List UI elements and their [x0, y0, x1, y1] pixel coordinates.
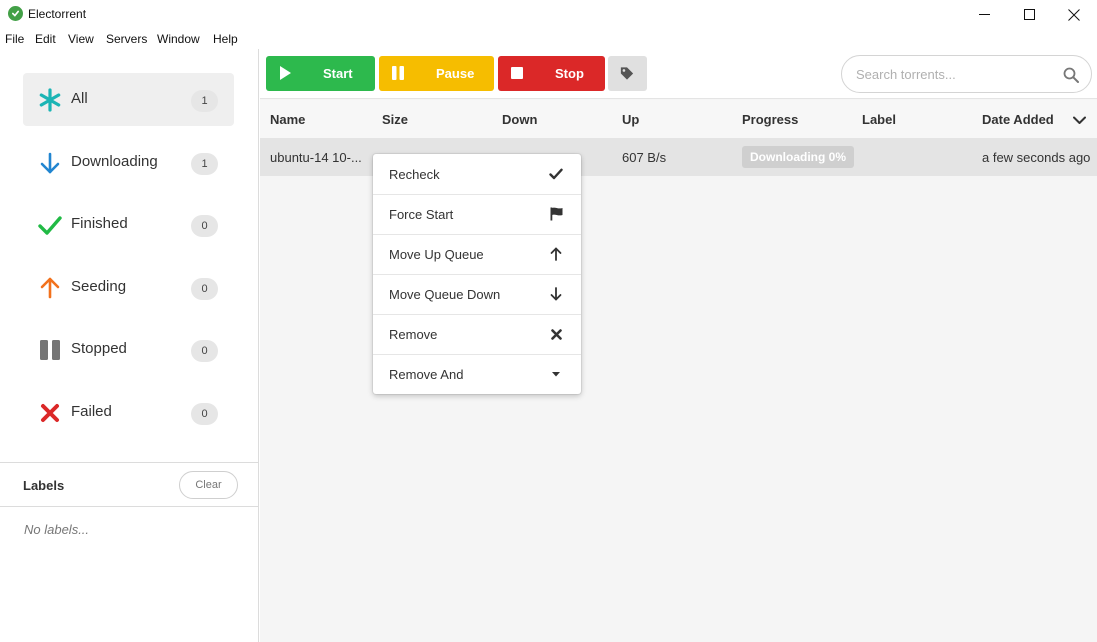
- filter-downloading[interactable]: Downloading 1: [23, 136, 234, 189]
- column-down[interactable]: Down: [502, 112, 537, 127]
- title-bar: Electorrent: [0, 0, 1097, 29]
- column-label[interactable]: Label: [862, 112, 896, 127]
- tag-icon: [620, 66, 634, 80]
- x-icon: [548, 326, 564, 342]
- column-up[interactable]: Up: [622, 112, 639, 127]
- no-labels-text: No labels...: [24, 522, 90, 537]
- filter-finished[interactable]: Finished 0: [23, 198, 234, 251]
- label-button[interactable]: [608, 56, 647, 91]
- menu-servers[interactable]: Servers: [106, 32, 147, 46]
- filter-failed[interactable]: Failed 0: [23, 386, 234, 439]
- progress-bar: Downloading 0%: [742, 146, 854, 168]
- menu-item-label: Move Up Queue: [389, 247, 484, 262]
- menu-window[interactable]: Window: [157, 32, 200, 46]
- filter-count: 1: [191, 90, 218, 112]
- check-icon: [548, 166, 564, 182]
- start-button[interactable]: Start: [266, 56, 375, 91]
- divider: [0, 506, 258, 507]
- clear-labels-button[interactable]: Clear: [179, 471, 238, 499]
- context-recheck[interactable]: Recheck: [373, 154, 581, 194]
- filter-count: 1: [191, 153, 218, 175]
- search-input[interactable]: [856, 65, 1056, 83]
- context-force-start[interactable]: Force Start: [373, 194, 581, 234]
- window-title: Electorrent: [28, 7, 87, 21]
- filter-label: Stopped: [71, 340, 127, 357]
- table-header: Name Size Down Up Progress Label Date Ad…: [260, 100, 1097, 139]
- context-move-queue-down[interactable]: Move Queue Down: [373, 274, 581, 314]
- caret-down-icon: [548, 366, 564, 382]
- filter-stopped[interactable]: Stopped 0: [23, 323, 234, 376]
- filter-count: 0: [191, 215, 218, 237]
- filter-label: Seeding: [71, 278, 127, 295]
- sidebar: All 1 Downloading 1 Finished 0 Seeding 0…: [0, 49, 259, 642]
- chevron-down-icon[interactable]: [1073, 113, 1086, 128]
- menu-view[interactable]: View: [68, 32, 94, 46]
- menu-file[interactable]: File: [5, 32, 24, 46]
- arrow-up-icon: [37, 275, 63, 301]
- menu-item-label: Remove And: [389, 367, 464, 382]
- cell-up: 607 B/s: [622, 150, 667, 165]
- filter-label: All: [71, 90, 88, 107]
- filter-label: Failed: [71, 403, 112, 420]
- filter-seeding[interactable]: Seeding 0: [23, 261, 234, 314]
- filter-label: Finished: [71, 215, 128, 232]
- search-icon[interactable]: [1063, 67, 1079, 83]
- flag-icon: [548, 206, 564, 222]
- menu-item-label: Move Queue Down: [389, 287, 501, 302]
- close-icon[interactable]: [1051, 0, 1097, 29]
- app-logo-icon: [8, 6, 23, 21]
- toolbar: Start Pause Stop: [260, 49, 1097, 99]
- menu-item-label: Remove: [389, 327, 438, 342]
- context-remove[interactable]: Remove: [373, 314, 581, 354]
- context-move-up-queue[interactable]: Move Up Queue: [373, 234, 581, 274]
- arrow-down-icon: [548, 286, 564, 302]
- asterisk-icon: [37, 87, 63, 113]
- search-box: [841, 55, 1092, 93]
- menu-edit[interactable]: Edit: [35, 32, 56, 46]
- column-name[interactable]: Name: [270, 112, 305, 127]
- arrow-down-icon: [37, 150, 63, 176]
- pause-label: Pause: [436, 66, 475, 81]
- menu-help[interactable]: Help: [213, 32, 238, 46]
- pause-button[interactable]: Pause: [379, 56, 494, 91]
- filter-count: 0: [191, 403, 218, 425]
- arrow-up-icon: [548, 246, 564, 262]
- column-date-added[interactable]: Date Added: [982, 112, 1054, 127]
- context-remove-and[interactable]: Remove And: [373, 354, 581, 394]
- stop-label: Stop: [555, 66, 584, 81]
- column-size[interactable]: Size: [382, 112, 408, 127]
- filter-count: 0: [191, 278, 218, 300]
- filter-label: Downloading: [71, 153, 158, 170]
- menu-item-label: Recheck: [389, 167, 440, 182]
- menu-item-label: Force Start: [389, 207, 454, 222]
- stop-icon: [510, 66, 524, 80]
- divider: [0, 462, 258, 463]
- pause-icon: [37, 337, 63, 363]
- labels-heading: Labels: [23, 478, 65, 493]
- pause-icon: [391, 66, 405, 80]
- start-label: Start: [323, 66, 353, 81]
- column-progress[interactable]: Progress: [742, 112, 798, 127]
- minimize-icon[interactable]: [961, 0, 1007, 29]
- x-icon: [37, 400, 63, 426]
- stop-button[interactable]: Stop: [498, 56, 605, 91]
- cell-date-added: a few seconds ago: [982, 150, 1091, 165]
- progress-text: Downloading 0%: [750, 150, 846, 164]
- maximize-icon[interactable]: [1006, 0, 1052, 29]
- filter-all[interactable]: All 1: [23, 73, 234, 126]
- filter-count: 0: [191, 340, 218, 362]
- check-icon: [37, 212, 63, 238]
- cell-name: ubuntu-14 10-...: [270, 150, 362, 165]
- menu-bar: File Edit View Servers Window Help: [0, 29, 1097, 49]
- play-icon: [278, 66, 292, 80]
- context-menu: Recheck Force Start Move Up Queue Move Q…: [373, 154, 581, 394]
